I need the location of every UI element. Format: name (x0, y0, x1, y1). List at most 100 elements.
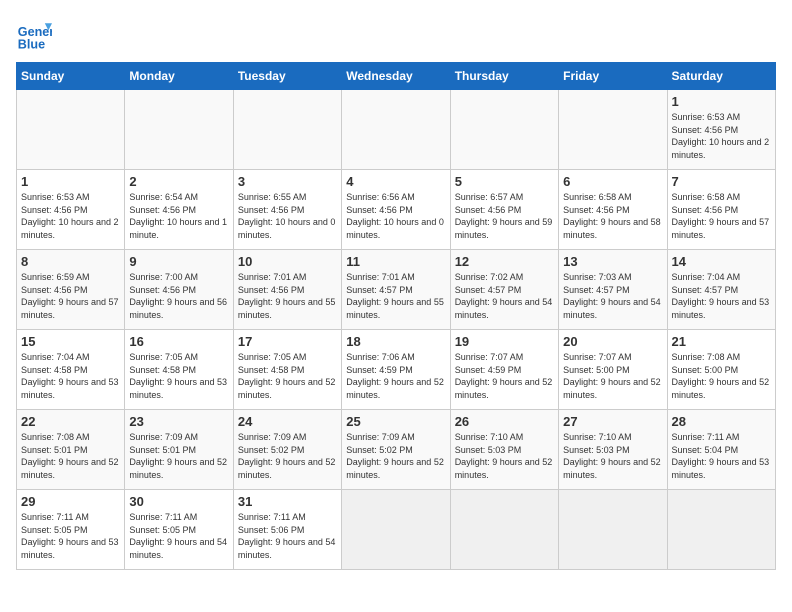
sunset-text: Sunset: 4:56 PM (672, 125, 739, 135)
sunrise-text: Sunrise: 6:56 AM (346, 192, 415, 202)
daylight-text: Daylight: 9 hours and 52 minutes. (455, 457, 553, 480)
day-info: Sunrise: 7:09 AM Sunset: 5:02 PM Dayligh… (346, 431, 445, 481)
day-header-wednesday: Wednesday (342, 63, 450, 90)
day-info: Sunrise: 6:58 AM Sunset: 4:56 PM Dayligh… (672, 191, 771, 241)
sunset-text: Sunset: 5:04 PM (672, 445, 739, 455)
sunset-text: Sunset: 4:58 PM (129, 365, 196, 375)
sunset-text: Sunset: 4:56 PM (346, 205, 413, 215)
day-info: Sunrise: 6:53 AM Sunset: 4:56 PM Dayligh… (672, 111, 771, 161)
daylight-text: Daylight: 9 hours and 54 minutes. (455, 297, 553, 320)
day-number: 14 (672, 254, 771, 269)
day-number: 5 (455, 174, 554, 189)
day-number: 31 (238, 494, 337, 509)
sunrise-text: Sunrise: 6:53 AM (21, 192, 90, 202)
day-header-thursday: Thursday (450, 63, 558, 90)
sunset-text: Sunset: 5:03 PM (455, 445, 522, 455)
calendar-week-5: 22 Sunrise: 7:08 AM Sunset: 5:01 PM Dayl… (17, 410, 776, 490)
daylight-text: Daylight: 9 hours and 53 minutes. (21, 537, 119, 560)
day-number: 18 (346, 334, 445, 349)
day-number: 26 (455, 414, 554, 429)
day-info: Sunrise: 7:04 AM Sunset: 4:57 PM Dayligh… (672, 271, 771, 321)
sunset-text: Sunset: 4:58 PM (238, 365, 305, 375)
sunset-text: Sunset: 5:02 PM (238, 445, 305, 455)
calendar-cell: 13 Sunrise: 7:03 AM Sunset: 4:57 PM Dayl… (559, 250, 667, 330)
day-info: Sunrise: 7:05 AM Sunset: 4:58 PM Dayligh… (129, 351, 228, 401)
calendar-cell: 18 Sunrise: 7:06 AM Sunset: 4:59 PM Dayl… (342, 330, 450, 410)
day-info: Sunrise: 7:09 AM Sunset: 5:01 PM Dayligh… (129, 431, 228, 481)
daylight-text: Daylight: 9 hours and 58 minutes. (563, 217, 661, 240)
sunrise-text: Sunrise: 7:08 AM (672, 352, 741, 362)
calendar-cell: 21 Sunrise: 7:08 AM Sunset: 5:00 PM Dayl… (667, 330, 775, 410)
daylight-text: Daylight: 9 hours and 53 minutes. (21, 377, 119, 400)
day-number: 22 (21, 414, 120, 429)
daylight-text: Daylight: 10 hours and 0 minutes. (238, 217, 336, 240)
sunrise-text: Sunrise: 6:58 AM (672, 192, 741, 202)
sunrise-text: Sunrise: 7:08 AM (21, 432, 90, 442)
daylight-text: Daylight: 9 hours and 53 minutes. (129, 377, 227, 400)
calendar-cell: 15 Sunrise: 7:04 AM Sunset: 4:58 PM Dayl… (17, 330, 125, 410)
day-info: Sunrise: 7:05 AM Sunset: 4:58 PM Dayligh… (238, 351, 337, 401)
sunrise-text: Sunrise: 7:04 AM (21, 352, 90, 362)
calendar-cell: 19 Sunrise: 7:07 AM Sunset: 4:59 PM Dayl… (450, 330, 558, 410)
calendar-cell: 6 Sunrise: 6:58 AM Sunset: 4:56 PM Dayli… (559, 170, 667, 250)
logo: General Blue (16, 16, 56, 52)
day-info: Sunrise: 6:53 AM Sunset: 4:56 PM Dayligh… (21, 191, 120, 241)
sunrise-text: Sunrise: 6:54 AM (129, 192, 198, 202)
day-number: 28 (672, 414, 771, 429)
daylight-text: Daylight: 10 hours and 2 minutes. (672, 137, 770, 160)
day-info: Sunrise: 6:57 AM Sunset: 4:56 PM Dayligh… (455, 191, 554, 241)
calendar-cell (450, 90, 558, 170)
day-number: 2 (129, 174, 228, 189)
sunrise-text: Sunrise: 7:11 AM (21, 512, 89, 522)
sunrise-text: Sunrise: 7:09 AM (346, 432, 415, 442)
calendar-cell: 14 Sunrise: 7:04 AM Sunset: 4:57 PM Dayl… (667, 250, 775, 330)
day-header-friday: Friday (559, 63, 667, 90)
sunset-text: Sunset: 5:01 PM (129, 445, 196, 455)
sunset-text: Sunset: 4:59 PM (346, 365, 413, 375)
calendar-cell: 23 Sunrise: 7:09 AM Sunset: 5:01 PM Dayl… (125, 410, 233, 490)
calendar-cell: 29 Sunrise: 7:11 AM Sunset: 5:05 PM Dayl… (17, 490, 125, 570)
calendar-cell (125, 90, 233, 170)
day-info: Sunrise: 7:02 AM Sunset: 4:57 PM Dayligh… (455, 271, 554, 321)
daylight-text: Daylight: 9 hours and 54 minutes. (129, 537, 227, 560)
calendar-cell: 16 Sunrise: 7:05 AM Sunset: 4:58 PM Dayl… (125, 330, 233, 410)
day-number: 9 (129, 254, 228, 269)
day-info: Sunrise: 7:08 AM Sunset: 5:00 PM Dayligh… (672, 351, 771, 401)
calendar-cell: 1 Sunrise: 6:53 AM Sunset: 4:56 PM Dayli… (667, 90, 775, 170)
day-number: 25 (346, 414, 445, 429)
calendar-cell: 20 Sunrise: 7:07 AM Sunset: 5:00 PM Dayl… (559, 330, 667, 410)
day-number: 21 (672, 334, 771, 349)
calendar-cell (559, 490, 667, 570)
day-info: Sunrise: 6:59 AM Sunset: 4:56 PM Dayligh… (21, 271, 120, 321)
day-number: 30 (129, 494, 228, 509)
daylight-text: Daylight: 9 hours and 57 minutes. (672, 217, 770, 240)
day-info: Sunrise: 7:10 AM Sunset: 5:03 PM Dayligh… (455, 431, 554, 481)
sunrise-text: Sunrise: 6:55 AM (238, 192, 307, 202)
sunrise-text: Sunrise: 7:02 AM (455, 272, 524, 282)
day-info: Sunrise: 7:11 AM Sunset: 5:05 PM Dayligh… (129, 511, 228, 561)
sunset-text: Sunset: 4:59 PM (455, 365, 522, 375)
day-info: Sunrise: 7:04 AM Sunset: 4:58 PM Dayligh… (21, 351, 120, 401)
calendar-cell: 3 Sunrise: 6:55 AM Sunset: 4:56 PM Dayli… (233, 170, 341, 250)
day-number: 8 (21, 254, 120, 269)
daylight-text: Daylight: 9 hours and 53 minutes. (672, 297, 770, 320)
calendar-header-row: SundayMondayTuesdayWednesdayThursdayFrid… (17, 63, 776, 90)
sunset-text: Sunset: 4:56 PM (563, 205, 630, 215)
day-number: 19 (455, 334, 554, 349)
sunrise-text: Sunrise: 6:53 AM (672, 112, 741, 122)
daylight-text: Daylight: 9 hours and 52 minutes. (238, 377, 336, 400)
calendar-cell: 12 Sunrise: 7:02 AM Sunset: 4:57 PM Dayl… (450, 250, 558, 330)
sunset-text: Sunset: 4:56 PM (672, 205, 739, 215)
sunrise-text: Sunrise: 7:05 AM (238, 352, 307, 362)
sunset-text: Sunset: 4:58 PM (21, 365, 88, 375)
sunset-text: Sunset: 4:56 PM (238, 205, 305, 215)
day-number: 17 (238, 334, 337, 349)
calendar-cell: 9 Sunrise: 7:00 AM Sunset: 4:56 PM Dayli… (125, 250, 233, 330)
sunrise-text: Sunrise: 7:00 AM (129, 272, 198, 282)
logo-icon: General Blue (16, 16, 52, 52)
calendar-cell: 25 Sunrise: 7:09 AM Sunset: 5:02 PM Dayl… (342, 410, 450, 490)
svg-text:Blue: Blue (18, 37, 45, 51)
sunset-text: Sunset: 4:56 PM (455, 205, 522, 215)
day-info: Sunrise: 6:58 AM Sunset: 4:56 PM Dayligh… (563, 191, 662, 241)
sunset-text: Sunset: 5:05 PM (129, 525, 196, 535)
